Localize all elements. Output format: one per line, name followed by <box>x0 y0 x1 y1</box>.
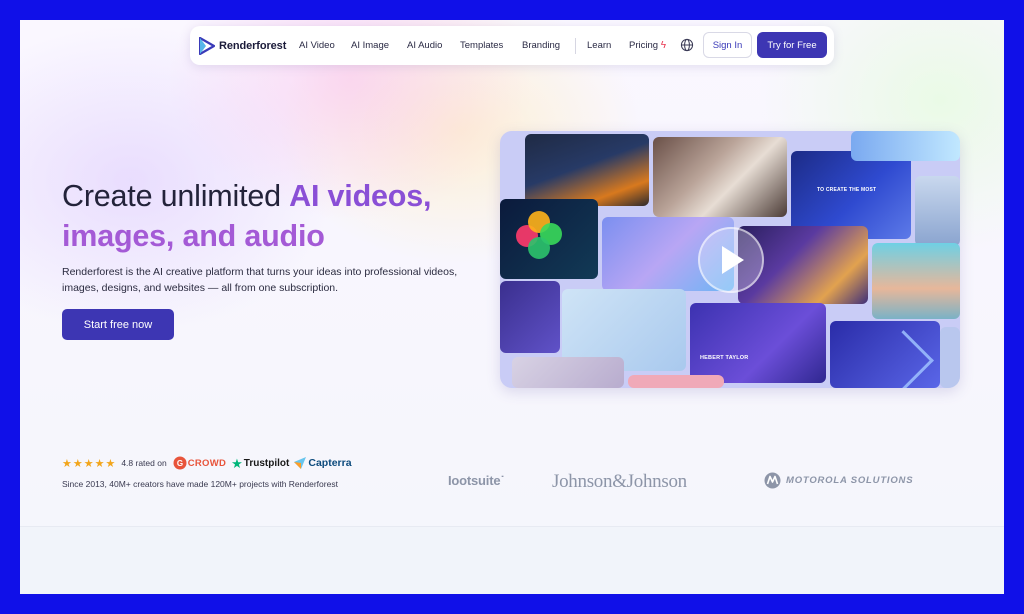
tile-car <box>525 134 649 206</box>
nav-pricing-label: Pricing <box>629 40 659 51</box>
bottom-band <box>20 526 1004 594</box>
trustpilot-star-icon: ★ <box>231 455 243 471</box>
try-for-free-button[interactable]: Try for Free <box>757 32 827 58</box>
sign-in-button[interactable]: Sign In <box>703 32 752 58</box>
johnson-johnson-logo: Johnson&Johnson <box>552 471 687 492</box>
nav-ai-audio[interactable]: AI Audio <box>407 40 442 51</box>
tile-pink <box>628 375 724 388</box>
g2-crowd-label: CROWD <box>187 457 227 469</box>
capterra-logo-icon <box>294 457 307 469</box>
tile-neon-arrow <box>830 321 940 388</box>
hero-title-accent-1: AI videos, <box>289 179 432 213</box>
svg-text:G: G <box>177 459 183 468</box>
tile-caption-2: HEBERT TAYLOR <box>700 355 749 361</box>
play-icon <box>722 246 744 274</box>
bolt-icon: ϟ <box>660 40 666 51</box>
start-free-button[interactable]: Start free now <box>62 309 174 340</box>
rating-score: 4.8 rated on <box>121 458 167 468</box>
hero-title: Create unlimited AI videos, images, and a… <box>62 176 482 256</box>
nav-divider <box>575 38 576 54</box>
motorola-label: MOTOROLA SOLUTIONS <box>786 475 914 486</box>
motorola-m-icon <box>764 472 781 489</box>
tile-perfume <box>653 137 787 217</box>
page-frame: Renderforest AI Video AI Image AI Audio … <box>20 20 1004 594</box>
capterra-label: Capterra <box>308 457 352 469</box>
since-text: Since 2013, 40M+ creators have made 120M… <box>62 479 338 489</box>
nav-learn[interactable]: Learn <box>587 40 611 51</box>
nav-ai-image[interactable]: AI Image <box>351 40 389 51</box>
tile-woman <box>512 357 624 388</box>
petal-shape <box>528 237 550 259</box>
star-rating-icon: ★★★★★ <box>62 457 117 470</box>
hero-title-plain: Create unlimited <box>62 179 290 213</box>
trustpilot-label: Trustpilot <box>243 457 290 469</box>
motorola-logo: MOTOROLA SOLUTIONS <box>764 472 913 489</box>
hero-video-mosaic[interactable]: TO CREATE THE MOST HEBERT TAYLOR <box>500 131 960 388</box>
nav-pricing[interactable]: Pricing ϟ <box>629 40 666 51</box>
brand-logo[interactable]: Renderforest <box>199 36 287 55</box>
nav-branding[interactable]: Branding <box>522 40 560 51</box>
tile-sky <box>851 131 960 161</box>
tile-caption-1: TO CREATE THE MOST <box>817 187 877 193</box>
g2-logo-icon: G <box>173 456 187 470</box>
tile-purple <box>500 281 560 353</box>
renderforest-logo-icon <box>199 36 215 55</box>
hero-title-accent-2: images, and audio <box>62 219 325 253</box>
hero-subtitle: Renderforest is the AI creative platform… <box>62 266 458 294</box>
tile-petals <box>500 199 598 279</box>
top-nav: Renderforest AI Video AI Image AI Audio … <box>190 26 834 65</box>
tile-robot <box>915 176 960 246</box>
tile-speaker: HEBERT TAYLOR <box>690 303 826 383</box>
globe-icon[interactable] <box>680 38 694 52</box>
rating-row: ★★★★★ 4.8 rated on G CROWD ★ Trustpilot … <box>62 456 352 470</box>
hootsuite-logo: Iootsuite˙ <box>448 473 505 488</box>
tile-edge <box>940 327 960 388</box>
nav-ai-video[interactable]: AI Video <box>299 40 335 51</box>
neon-arrow-shape <box>873 330 934 388</box>
nav-templates[interactable]: Templates <box>460 40 503 51</box>
tile-beach <box>872 243 960 319</box>
brand-name: Renderforest <box>219 39 287 52</box>
play-button[interactable] <box>698 227 764 293</box>
